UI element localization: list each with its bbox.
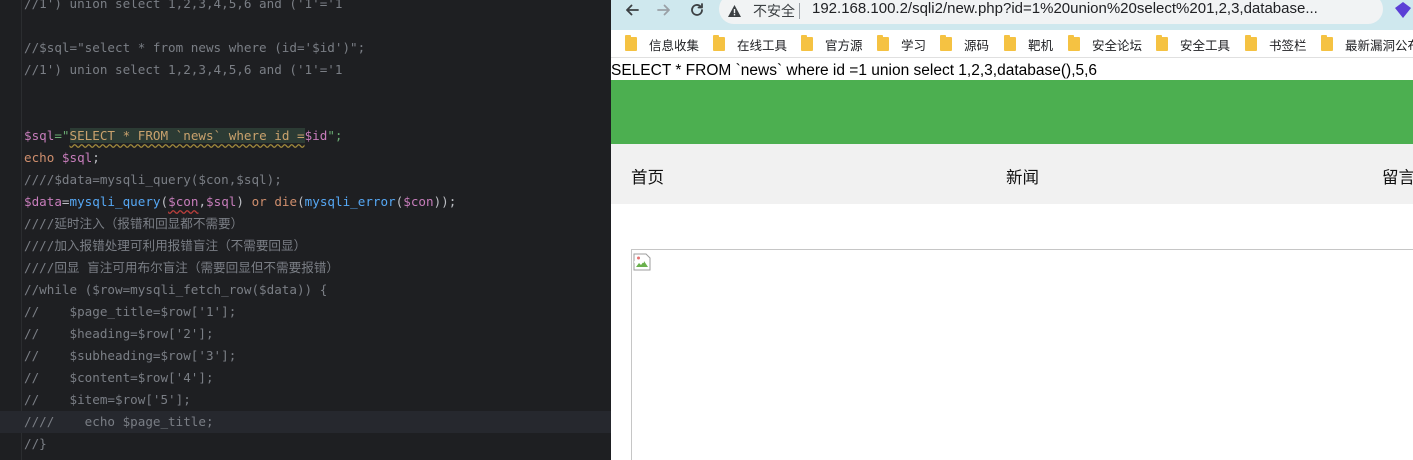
code-line-comment: //1') union select 1,2,3,4,5,6 and ('1'=…: [24, 62, 343, 77]
bookmark-folder[interactable]: 官方源: [801, 34, 863, 54]
page-content: SELECT * FROM `news` where id =1 union s…: [611, 58, 1413, 460]
code-line-comment: //while ($row=mysqli_fetch_row($data)) {: [24, 282, 328, 297]
site-nav: 首页 新闻 留言: [611, 144, 1413, 204]
folder-icon: [1321, 35, 1333, 51]
code-line-comment: //}: [24, 436, 47, 451]
arrow-left-icon: [626, 4, 639, 16]
bookmark-label: 靶机: [1028, 38, 1054, 53]
header-banner: [611, 80, 1413, 144]
code-line-echo: echo $sql;: [24, 150, 100, 165]
extension-icon[interactable]: [1393, 0, 1413, 20]
code-line-query: $data=mysqli_query($con,$sql) or die(mys…: [24, 194, 457, 209]
bookmark-folder[interactable]: 安全工具: [1156, 34, 1230, 54]
bookmark-folder[interactable]: 靶机: [1004, 34, 1053, 54]
browser-window: 不安全 192.168.100.2/sqli2/new.php?id=1%20u…: [611, 0, 1413, 460]
code-line-comment: // $subheading=$row['3'];: [24, 348, 237, 363]
folder-icon: [1156, 35, 1168, 51]
arrow-right-icon: [657, 4, 670, 16]
bookmark-folder[interactable]: 学习: [877, 34, 926, 54]
nav-item-message[interactable]: 留言: [1382, 164, 1413, 188]
folder-icon: [877, 35, 889, 51]
code-line-comment: //1') union select 1,2,3,4,5,6 and ('1'=…: [24, 0, 343, 11]
code-line-current: //// echo $page_title;: [0, 411, 611, 433]
bookmarks-bar: 信息收集 在线工具 官方源 学习 源码 靶机 安全论坛 安全工具 书签栏 最新漏…: [611, 30, 1413, 58]
code-line-comment: ////$data=mysqli_query($con,$sql);: [24, 172, 282, 187]
address-separator: [799, 3, 800, 19]
browser-toolbar: 不安全 192.168.100.2/sqli2/new.php?id=1%20u…: [611, 0, 1413, 30]
bookmark-label: 书签栏: [1269, 38, 1307, 53]
bookmark-label: 安全工具: [1180, 38, 1231, 53]
bookmark-label: 在线工具: [737, 38, 788, 53]
bookmark-folder[interactable]: 信息收集: [625, 34, 699, 54]
bookmark-folder[interactable]: 安全论坛: [1068, 34, 1142, 54]
bookmark-folder[interactable]: 源码: [940, 34, 989, 54]
nav-item-news[interactable]: 新闻: [1006, 164, 1039, 188]
folder-icon: [940, 35, 952, 51]
broken-image-icon: [633, 253, 651, 271]
bookmark-label: 信息收集: [649, 38, 700, 53]
nav-item-home[interactable]: 首页: [631, 164, 664, 188]
echoed-sql-text: SELECT * FROM `news` where id =1 union s…: [611, 62, 1098, 79]
bookmark-label: 安全论坛: [1092, 38, 1143, 53]
forward-button[interactable]: [651, 0, 677, 20]
bookmark-folder[interactable]: 最新漏洞公布: [1321, 34, 1413, 54]
code-editor[interactable]: //1') union select 1,2,3,4,5,6 and ('1'=…: [0, 0, 611, 460]
code-area[interactable]: //1') union select 1,2,3,4,5,6 and ('1'=…: [0, 0, 611, 455]
broken-image: [631, 249, 1413, 460]
bookmark-folder[interactable]: 在线工具: [713, 34, 787, 54]
address-bar[interactable]: 不安全 192.168.100.2/sqli2/new.php?id=1%20u…: [719, 0, 1383, 24]
reload-button[interactable]: [684, 0, 710, 20]
code-line-comment: // $content=$row['4'];: [24, 370, 214, 385]
folder-icon: [801, 35, 813, 51]
bookmark-folder[interactable]: 书签栏: [1245, 34, 1307, 54]
not-secure-label[interactable]: 不安全: [753, 1, 795, 21]
code-line-comment: // $heading=$row['2'];: [24, 326, 214, 341]
folder-icon: [713, 35, 725, 51]
editor-gutter: [0, 0, 22, 460]
bookmark-label: 官方源: [825, 38, 863, 53]
code-line-comment: //$sql="select * from news where (id='$i…: [24, 40, 366, 55]
bookmark-label: 学习: [901, 38, 927, 53]
back-button[interactable]: [619, 0, 645, 20]
code-line-sql-assign: $sql="SELECT * FROM `news` where id =$id…: [24, 128, 343, 143]
bookmark-label: 源码: [964, 38, 990, 53]
code-line-comment: // $item=$row['5'];: [24, 392, 191, 407]
code-line-comment: // $page_title=$row['1'];: [24, 304, 237, 319]
reload-icon: [691, 3, 703, 16]
code-line-comment: ////加入报错处理可利用报错盲注（不需要回显）: [24, 238, 307, 253]
code-line-comment: ////延时注入（报错和回显都不需要）: [24, 216, 244, 231]
warning-icon[interactable]: [727, 4, 742, 18]
code-line-comment: ////回显 盲注可用布尔盲注（需要回显但不需要报错）: [24, 260, 339, 275]
folder-icon: [1245, 35, 1257, 51]
folder-icon: [625, 35, 637, 51]
url-text[interactable]: 192.168.100.2/sqli2/new.php?id=1%20union…: [812, 0, 1332, 17]
folder-icon: [1068, 35, 1080, 51]
folder-icon: [1004, 35, 1016, 51]
bookmark-label: 最新漏洞公布: [1345, 38, 1413, 53]
